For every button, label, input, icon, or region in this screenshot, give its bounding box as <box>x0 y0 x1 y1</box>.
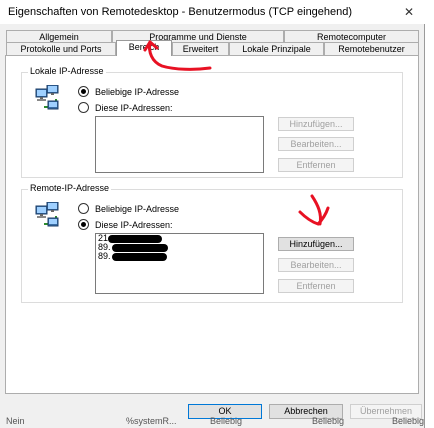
list-item[interactable]: 89. <box>96 252 263 261</box>
local-ip-legend: Lokale IP-Adresse <box>28 66 106 76</box>
list-item[interactable]: 21 <box>96 234 263 243</box>
local-any-radio[interactable]: Beliebige IP-Adresse <box>78 86 179 97</box>
local-these-label: Diese IP-Adressen: <box>95 102 173 113</box>
remote-ip-group: Remote-IP-Adresse Beliebige IP-Adresse D… <box>21 183 403 303</box>
list-item[interactable]: 89. <box>96 243 263 252</box>
title-bar: Eigenschaften von Remotedesktop - Benutz… <box>0 0 425 24</box>
remote-any-label: Beliebige IP-Adresse <box>95 203 180 214</box>
local-ip-list[interactable] <box>95 116 264 173</box>
local-ip-group: Lokale IP-Adresse Beliebige IP-Adresse D… <box>21 66 403 178</box>
remote-these-radio-button[interactable] <box>78 219 89 230</box>
redaction-mark <box>112 253 167 261</box>
local-edit-button[interactable]: Bearbeiten... <box>278 137 354 151</box>
background-cell: Beliebig <box>210 416 243 426</box>
tab-remotebenutzer[interactable]: Remotebenutzer <box>324 42 419 55</box>
local-add-button[interactable]: Hinzufügen... <box>278 117 354 131</box>
local-any-label: Beliebige IP-Adresse <box>95 86 180 97</box>
remote-ip-legend: Remote-IP-Adresse <box>28 183 112 193</box>
properties-dialog: Eigenschaften von Remotedesktop - Benutz… <box>0 0 425 428</box>
tab-protokolle-und-ports[interactable]: Protokolle und Ports <box>6 42 116 55</box>
tab-lokale-prinzipale[interactable]: Lokale Prinzipale <box>229 42 324 55</box>
background-cell: Beliebig <box>392 416 425 426</box>
remote-these-label: Diese IP-Adressen: <box>95 219 173 230</box>
local-these-radio-button[interactable] <box>78 102 89 113</box>
remote-remove-button[interactable]: Entfernen <box>278 279 354 293</box>
remote-ip-3: 89. <box>98 251 111 261</box>
tab-panel-bereich: Lokale IP-Adresse Beliebige IP-Adresse D… <box>5 55 419 394</box>
tab-erweitert[interactable]: Erweitert <box>172 42 229 55</box>
local-any-radio-button[interactable] <box>78 86 89 97</box>
window-title: Eigenschaften von Remotedesktop - Benutz… <box>8 6 353 18</box>
tab-bereich[interactable]: Bereich <box>116 40 172 56</box>
close-icon[interactable]: ✕ <box>397 2 421 22</box>
remote-add-button[interactable]: Hinzufügen... <box>278 237 354 251</box>
remote-edit-button[interactable]: Bearbeiten... <box>278 258 354 272</box>
background-cell: Nein <box>6 416 25 426</box>
local-these-radio[interactable]: Diese IP-Adressen: <box>78 102 173 113</box>
remote-any-radio[interactable]: Beliebige IP-Adresse <box>78 203 179 214</box>
local-remove-button[interactable]: Entfernen <box>278 158 354 172</box>
redaction-mark <box>112 244 168 252</box>
background-cell: Beliebig <box>312 416 345 426</box>
network-computers-icon <box>35 85 59 110</box>
remote-these-radio[interactable]: Diese IP-Adressen: <box>78 219 173 230</box>
redaction-mark <box>108 235 162 243</box>
remote-ip-list[interactable]: 21 89. 89. <box>95 233 264 294</box>
remote-any-radio-button[interactable] <box>78 203 89 214</box>
background-cell: %systemR... <box>126 416 177 426</box>
network-computers-icon <box>35 202 59 227</box>
